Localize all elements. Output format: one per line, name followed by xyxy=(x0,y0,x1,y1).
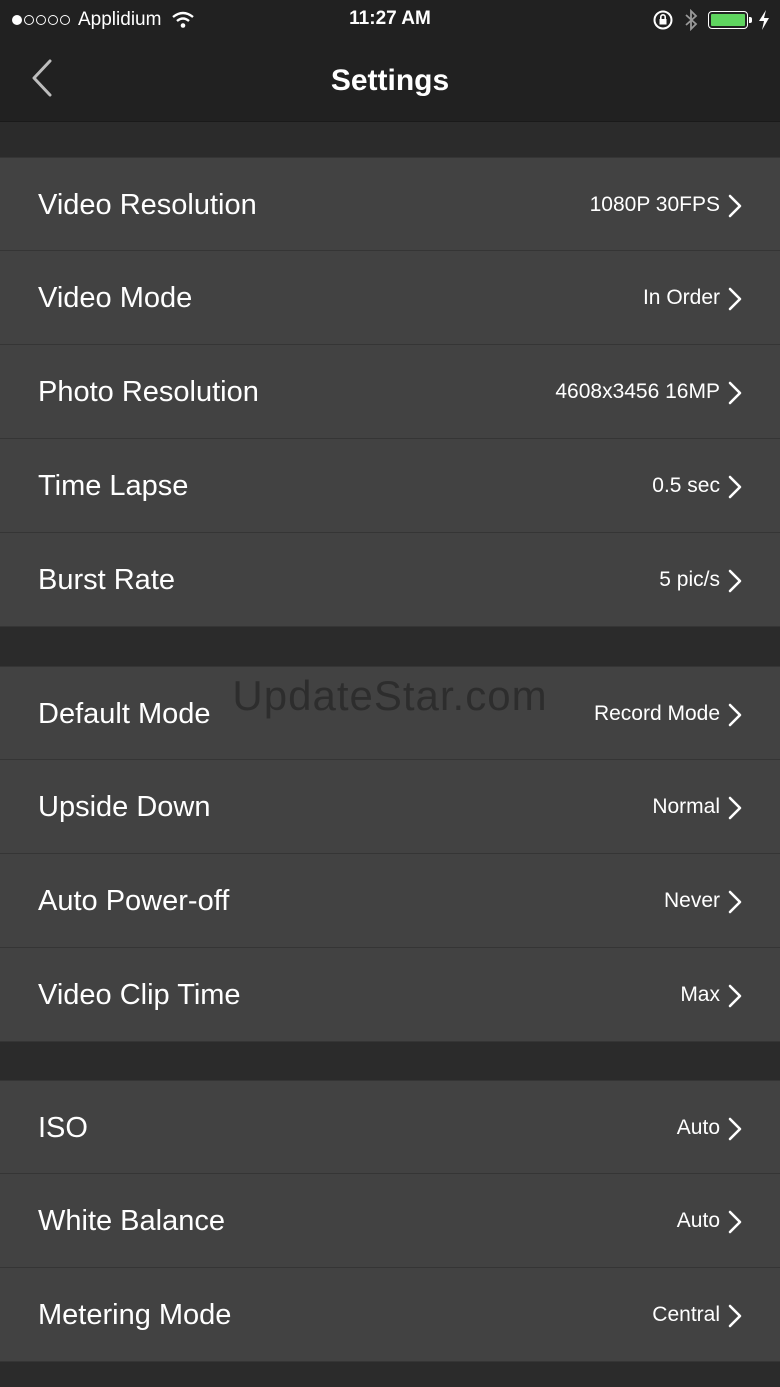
setting-label: ISO xyxy=(38,1112,88,1144)
setting-label: White Balance xyxy=(38,1205,225,1237)
setting-label: Video Resolution xyxy=(38,189,257,221)
setting-row-metering-mode[interactable]: Metering Mode Central xyxy=(0,1268,780,1362)
setting-value: In Order xyxy=(642,286,720,309)
setting-row-video-clip-time[interactable]: Video Clip Time Max xyxy=(0,948,780,1042)
chevron-right-icon xyxy=(728,287,742,311)
setting-value: Auto xyxy=(676,1209,720,1232)
chevron-right-icon xyxy=(728,796,742,820)
setting-label: Video Clip Time xyxy=(38,979,241,1011)
chevron-right-icon xyxy=(728,1304,742,1328)
setting-value: 5 pic/s xyxy=(659,568,720,591)
setting-value: Max xyxy=(680,983,720,1006)
chevron-left-icon xyxy=(32,59,52,97)
setting-row-time-lapse[interactable]: Time Lapse 0.5 sec xyxy=(0,439,780,533)
chevron-right-icon xyxy=(728,194,742,218)
setting-value: 4608x3456 16MP xyxy=(555,380,720,403)
settings-section-exposure: ISO Auto White Balance Auto Metering Mod… xyxy=(0,1080,780,1362)
chevron-right-icon xyxy=(728,1117,742,1141)
setting-label: Auto Power-off xyxy=(38,885,230,917)
battery-icon xyxy=(708,11,752,29)
battery-level xyxy=(711,14,745,26)
setting-row-photo-resolution[interactable]: Photo Resolution 4608x3456 16MP xyxy=(0,345,780,439)
setting-row-video-resolution[interactable]: Video Resolution 1080P 30FPS xyxy=(0,157,780,251)
setting-label: Burst Rate xyxy=(38,564,175,596)
battery-tip xyxy=(749,17,752,23)
chevron-right-icon xyxy=(728,381,742,405)
page-title: Settings xyxy=(330,64,450,97)
chevron-right-icon xyxy=(728,703,742,727)
navigation-bar: Settings xyxy=(0,40,780,122)
chevron-right-icon xyxy=(728,984,742,1008)
setting-value: Normal xyxy=(652,795,720,818)
bluetooth-icon xyxy=(685,9,698,31)
setting-label: Video Mode xyxy=(38,282,193,314)
setting-row-auto-power-off[interactable]: Auto Power-off Never xyxy=(0,854,780,948)
setting-label: Metering Mode xyxy=(38,1299,232,1331)
settings-section-capture: Video Resolution 1080P 30FPS Video Mode … xyxy=(0,157,780,627)
chevron-right-icon xyxy=(728,475,742,499)
back-button[interactable] xyxy=(30,58,70,102)
setting-label: Time Lapse xyxy=(38,470,189,502)
rotation-lock-icon xyxy=(653,10,673,30)
setting-row-video-mode[interactable]: Video Mode In Order xyxy=(0,251,780,345)
setting-row-default-mode[interactable]: Default Mode Record Mode xyxy=(0,666,780,760)
setting-row-upside-down[interactable]: Upside Down Normal xyxy=(0,760,780,854)
chevron-right-icon xyxy=(728,890,742,914)
setting-value: 1080P 30FPS xyxy=(589,193,720,216)
setting-label: Photo Resolution xyxy=(38,376,259,408)
setting-label: Upside Down xyxy=(38,791,211,823)
setting-value: Never xyxy=(663,889,720,912)
setting-value: Record Mode xyxy=(593,702,720,725)
setting-row-burst-rate[interactable]: Burst Rate 5 pic/s xyxy=(0,533,780,627)
chevron-right-icon xyxy=(728,569,742,593)
chevron-right-icon xyxy=(728,1210,742,1234)
setting-value: Central xyxy=(652,1303,720,1326)
setting-value: 0.5 sec xyxy=(652,474,720,497)
setting-label: Default Mode xyxy=(38,698,211,730)
setting-value: Auto xyxy=(676,1116,720,1139)
status-bar: Applidium 11:27 AM xyxy=(0,0,780,40)
setting-row-white-balance[interactable]: White Balance Auto xyxy=(0,1174,780,1268)
status-right xyxy=(652,8,770,32)
setting-row-iso[interactable]: ISO Auto xyxy=(0,1080,780,1174)
settings-section-general: Default Mode Record Mode Upside Down Nor… xyxy=(0,666,780,1042)
charging-bolt-icon xyxy=(759,10,769,30)
